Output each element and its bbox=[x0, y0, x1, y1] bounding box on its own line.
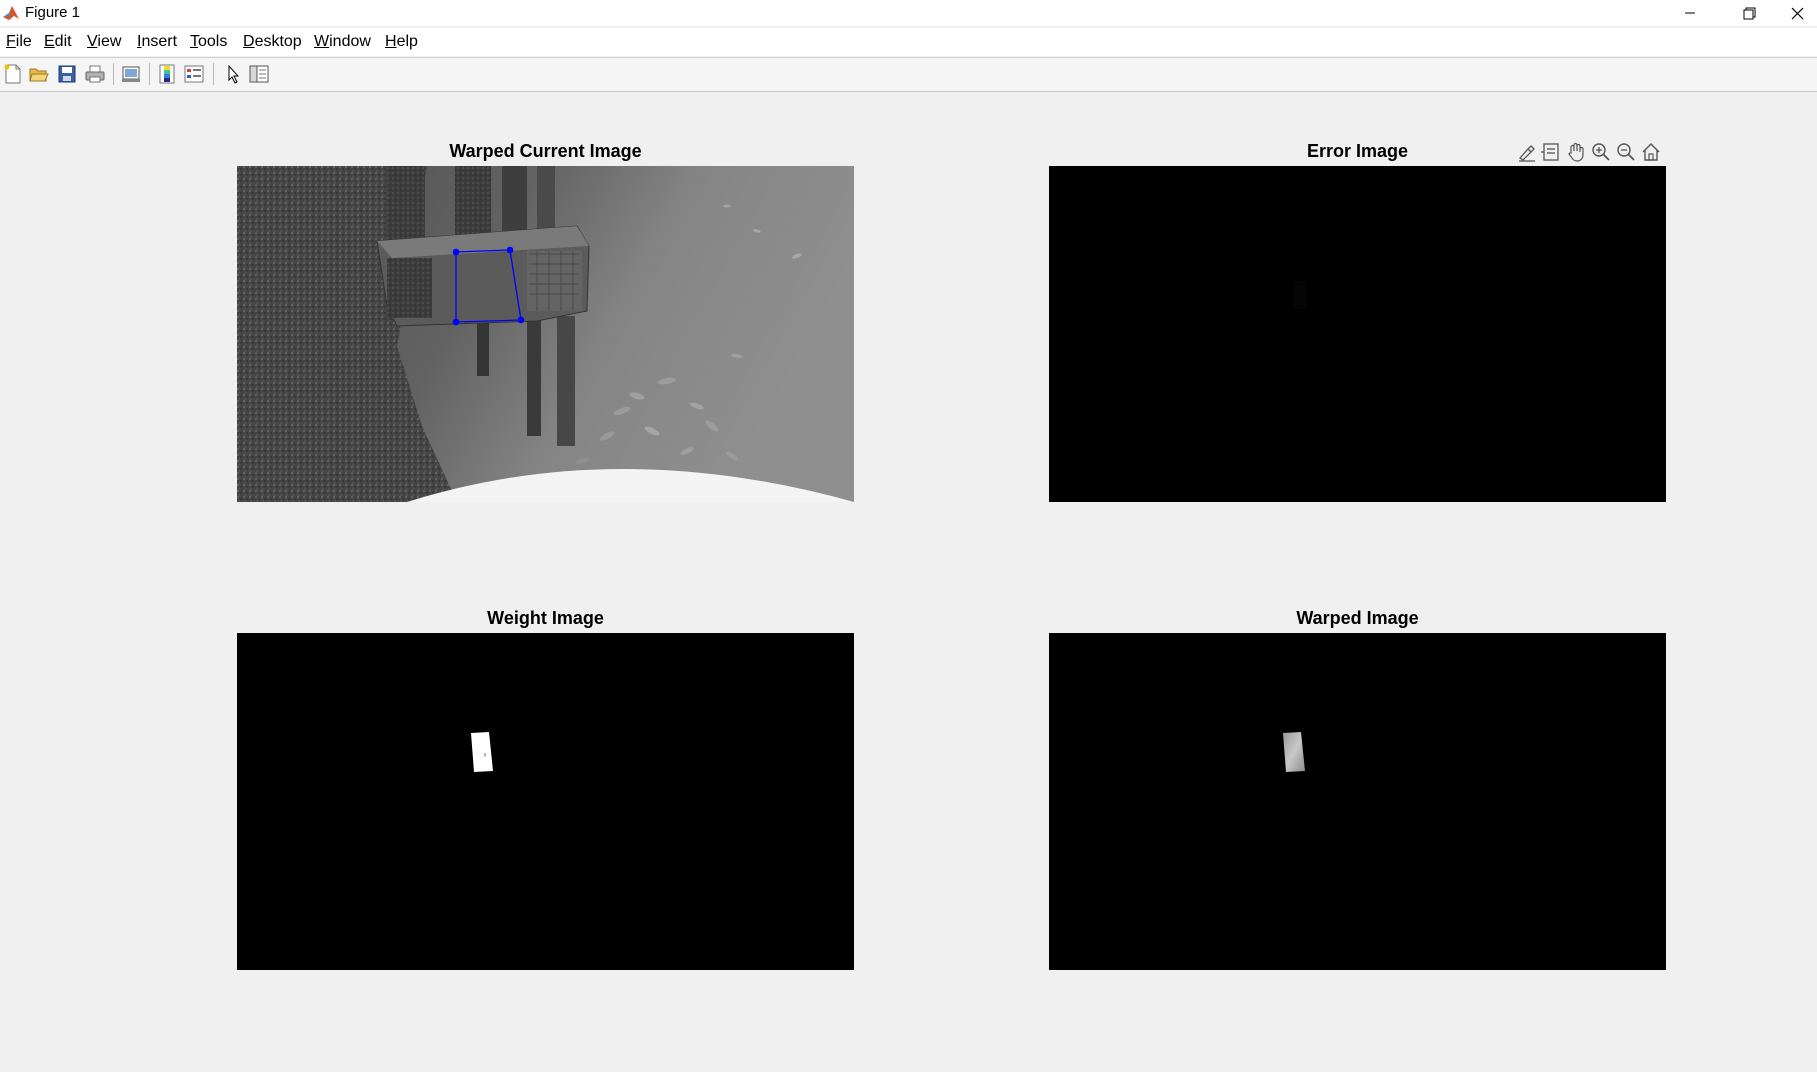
title-bar: Figure 1 bbox=[0, 0, 1817, 26]
weight-image bbox=[237, 633, 854, 970]
restore-icon bbox=[1743, 7, 1755, 19]
insert-legend-icon[interactable] bbox=[183, 63, 205, 85]
weight-image-axes[interactable] bbox=[237, 633, 854, 970]
close-icon bbox=[1791, 7, 1804, 19]
toolbar-separator bbox=[113, 63, 114, 85]
property-inspector-icon[interactable] bbox=[248, 63, 270, 85]
plot-title-error: Error Image bbox=[1306, 141, 1409, 161]
toolbar-separator bbox=[213, 63, 214, 85]
restore-button[interactable] bbox=[1720, 0, 1778, 26]
window-title: Figure 1 bbox=[25, 4, 81, 21]
minimize-icon bbox=[1685, 12, 1695, 14]
close-button[interactable] bbox=[1778, 0, 1817, 26]
menu-window[interactable]: Window bbox=[314, 33, 371, 51]
warped-image bbox=[1049, 633, 1666, 970]
figure-toolbar bbox=[0, 57, 1817, 92]
warped-current-image-axes[interactable] bbox=[237, 166, 854, 502]
plot-title-weight: Weight Image bbox=[487, 608, 604, 628]
warped-image-axes[interactable] bbox=[1049, 633, 1666, 970]
toolbar-separator bbox=[149, 63, 150, 85]
menu-edit[interactable]: Edit bbox=[44, 33, 72, 51]
matlab-logo-icon bbox=[3, 6, 19, 20]
link-plot-icon[interactable] bbox=[120, 63, 142, 85]
menu-tools[interactable]: Tools bbox=[190, 33, 227, 51]
insert-colorbar-icon[interactable] bbox=[156, 63, 178, 85]
edit-plot-icon[interactable] bbox=[222, 63, 244, 85]
menu-file[interactable]: File bbox=[6, 33, 32, 51]
error-image-axes[interactable] bbox=[1049, 166, 1666, 502]
menu-help[interactable]: Help bbox=[385, 33, 418, 51]
plot-title-warped: Warped Image bbox=[1296, 608, 1419, 628]
error-image bbox=[1049, 166, 1666, 502]
print-icon[interactable] bbox=[84, 63, 106, 85]
plot-title-warped-current: Warped Current Image bbox=[449, 141, 642, 161]
menu-insert[interactable]: Insert bbox=[137, 33, 177, 51]
menu-desktop[interactable]: Desktop bbox=[243, 33, 302, 51]
save-icon[interactable] bbox=[56, 63, 78, 85]
new-figure-icon[interactable] bbox=[2, 63, 24, 85]
underwater-scene-image bbox=[237, 166, 854, 502]
menu-view[interactable]: View bbox=[87, 33, 121, 51]
open-file-icon[interactable] bbox=[28, 63, 50, 85]
minimize-button[interactable] bbox=[1661, 0, 1719, 26]
menu-bar: File Edit View Insert Tools Desktop Wind… bbox=[0, 28, 1817, 56]
